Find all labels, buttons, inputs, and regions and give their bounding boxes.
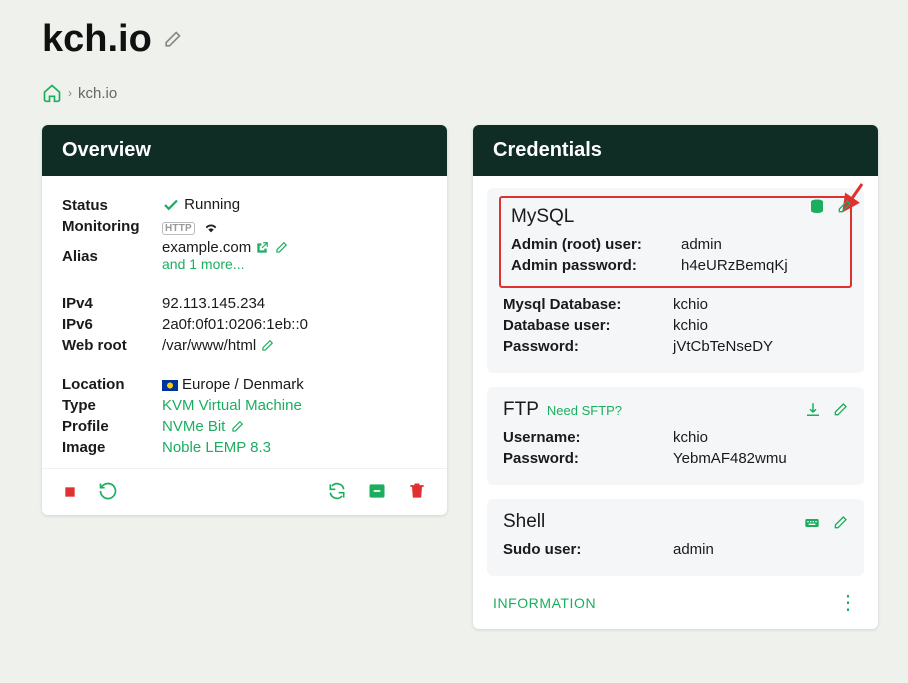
- type-value[interactable]: KVM Virtual Machine: [162, 397, 302, 414]
- ipv4-value: 92.113.145.234: [162, 295, 427, 312]
- information-tab[interactable]: INFORMATION: [493, 595, 596, 611]
- mysql-dbuser-value: kchio: [673, 317, 848, 334]
- location-value: Europe / Denmark: [182, 376, 304, 393]
- location-label: Location: [62, 376, 162, 393]
- stop-icon[interactable]: [62, 483, 78, 500]
- ipv6-value: 2a0f:0f01:0206:1eb::0: [162, 316, 427, 333]
- external-link-icon[interactable]: [255, 239, 273, 256]
- type-label: Type: [62, 397, 162, 414]
- edit-profile-icon[interactable]: [230, 418, 244, 435]
- download-icon[interactable]: [804, 401, 822, 419]
- alias-more-link[interactable]: and 1 more...: [162, 256, 245, 272]
- shell-sudo-value: admin: [673, 541, 848, 558]
- mysql-admin-pass-value: h4eURzBemqKj: [681, 257, 840, 274]
- ftp-card: FTP Need SFTP? Username:kchio Password:Y…: [487, 387, 864, 485]
- ftp-pass-value: YebmAF482wmu: [673, 450, 848, 467]
- shell-card: Shell Sudo user:admin: [487, 499, 864, 576]
- ftp-title: FTP: [503, 399, 539, 421]
- shell-sudo-label: Sudo user:: [503, 541, 673, 558]
- edit-shell-icon[interactable]: [832, 513, 848, 530]
- credentials-header: Credentials: [473, 125, 878, 176]
- database-icon[interactable]: [808, 198, 826, 216]
- mysql-admin-pass-label: Admin password:: [511, 257, 681, 274]
- breadcrumb: › kch.io: [42, 83, 878, 103]
- status-label: Status: [62, 197, 162, 214]
- breadcrumb-current: kch.io: [78, 85, 117, 102]
- home-icon[interactable]: [42, 83, 62, 103]
- shell-title: Shell: [503, 511, 545, 533]
- credentials-footer: INFORMATION ⋮: [473, 576, 878, 629]
- flag-eu-icon: [162, 380, 178, 391]
- check-icon: [162, 196, 184, 213]
- delete-icon[interactable]: [407, 481, 427, 501]
- edit-mysql-icon[interactable]: [836, 198, 852, 216]
- archive-icon[interactable]: [367, 481, 387, 501]
- webroot-label: Web root: [62, 337, 162, 354]
- profile-value[interactable]: NVMe Bit: [162, 418, 225, 435]
- mysql-db-label: Mysql Database:: [503, 296, 673, 313]
- mysql-dbuser-label: Database user:: [503, 317, 673, 334]
- http-icon: HTTP: [162, 222, 195, 235]
- monitoring-label: Monitoring: [62, 218, 162, 235]
- mysql-db-value: kchio: [673, 296, 848, 313]
- mysql-pass-value: jVtCbTeNseDY: [673, 338, 848, 355]
- edit-alias-icon[interactable]: [274, 239, 288, 256]
- mysql-admin-highlight: MySQL Admin (root) user:admin Admin pass…: [499, 196, 852, 288]
- webroot-value: /var/www/html: [162, 337, 256, 354]
- overview-footer: [42, 468, 447, 515]
- image-value[interactable]: Noble LEMP 8.3: [162, 439, 271, 456]
- status-value: Running: [184, 196, 240, 213]
- restart-icon[interactable]: [98, 481, 118, 501]
- wifi-icon: [203, 218, 219, 235]
- edit-webroot-icon[interactable]: [260, 337, 274, 354]
- mysql-admin-user-value: admin: [681, 236, 840, 253]
- breadcrumb-separator: ›: [68, 86, 72, 100]
- overview-panel: Overview Status Running Monitoring HTTP: [42, 125, 447, 515]
- sync-icon[interactable]: [327, 481, 347, 501]
- credentials-panel: Credentials MySQL Admi: [473, 125, 878, 629]
- ftp-pass-label: Password:: [503, 450, 673, 467]
- mysql-card: MySQL Admin (root) user:admin Admin pass…: [487, 188, 864, 373]
- mysql-title: MySQL: [511, 206, 574, 228]
- overview-header: Overview: [42, 125, 447, 176]
- page-title: kch.io: [42, 18, 152, 61]
- keyboard-icon[interactable]: [802, 513, 822, 530]
- edit-title-icon[interactable]: [162, 30, 182, 50]
- mysql-pass-label: Password:: [503, 338, 673, 355]
- ftp-user-value: kchio: [673, 429, 848, 446]
- mysql-admin-user-label: Admin (root) user:: [511, 236, 681, 253]
- edit-ftp-icon[interactable]: [832, 401, 848, 419]
- ftp-user-label: Username:: [503, 429, 673, 446]
- ipv6-label: IPv6: [62, 316, 162, 333]
- profile-label: Profile: [62, 418, 162, 435]
- image-label: Image: [62, 439, 162, 456]
- ipv4-label: IPv4: [62, 295, 162, 312]
- sftp-hint-link[interactable]: Need SFTP?: [547, 403, 622, 418]
- more-menu-icon[interactable]: ⋮: [838, 590, 858, 615]
- alias-value: example.com: [162, 239, 251, 256]
- alias-label: Alias: [62, 248, 162, 265]
